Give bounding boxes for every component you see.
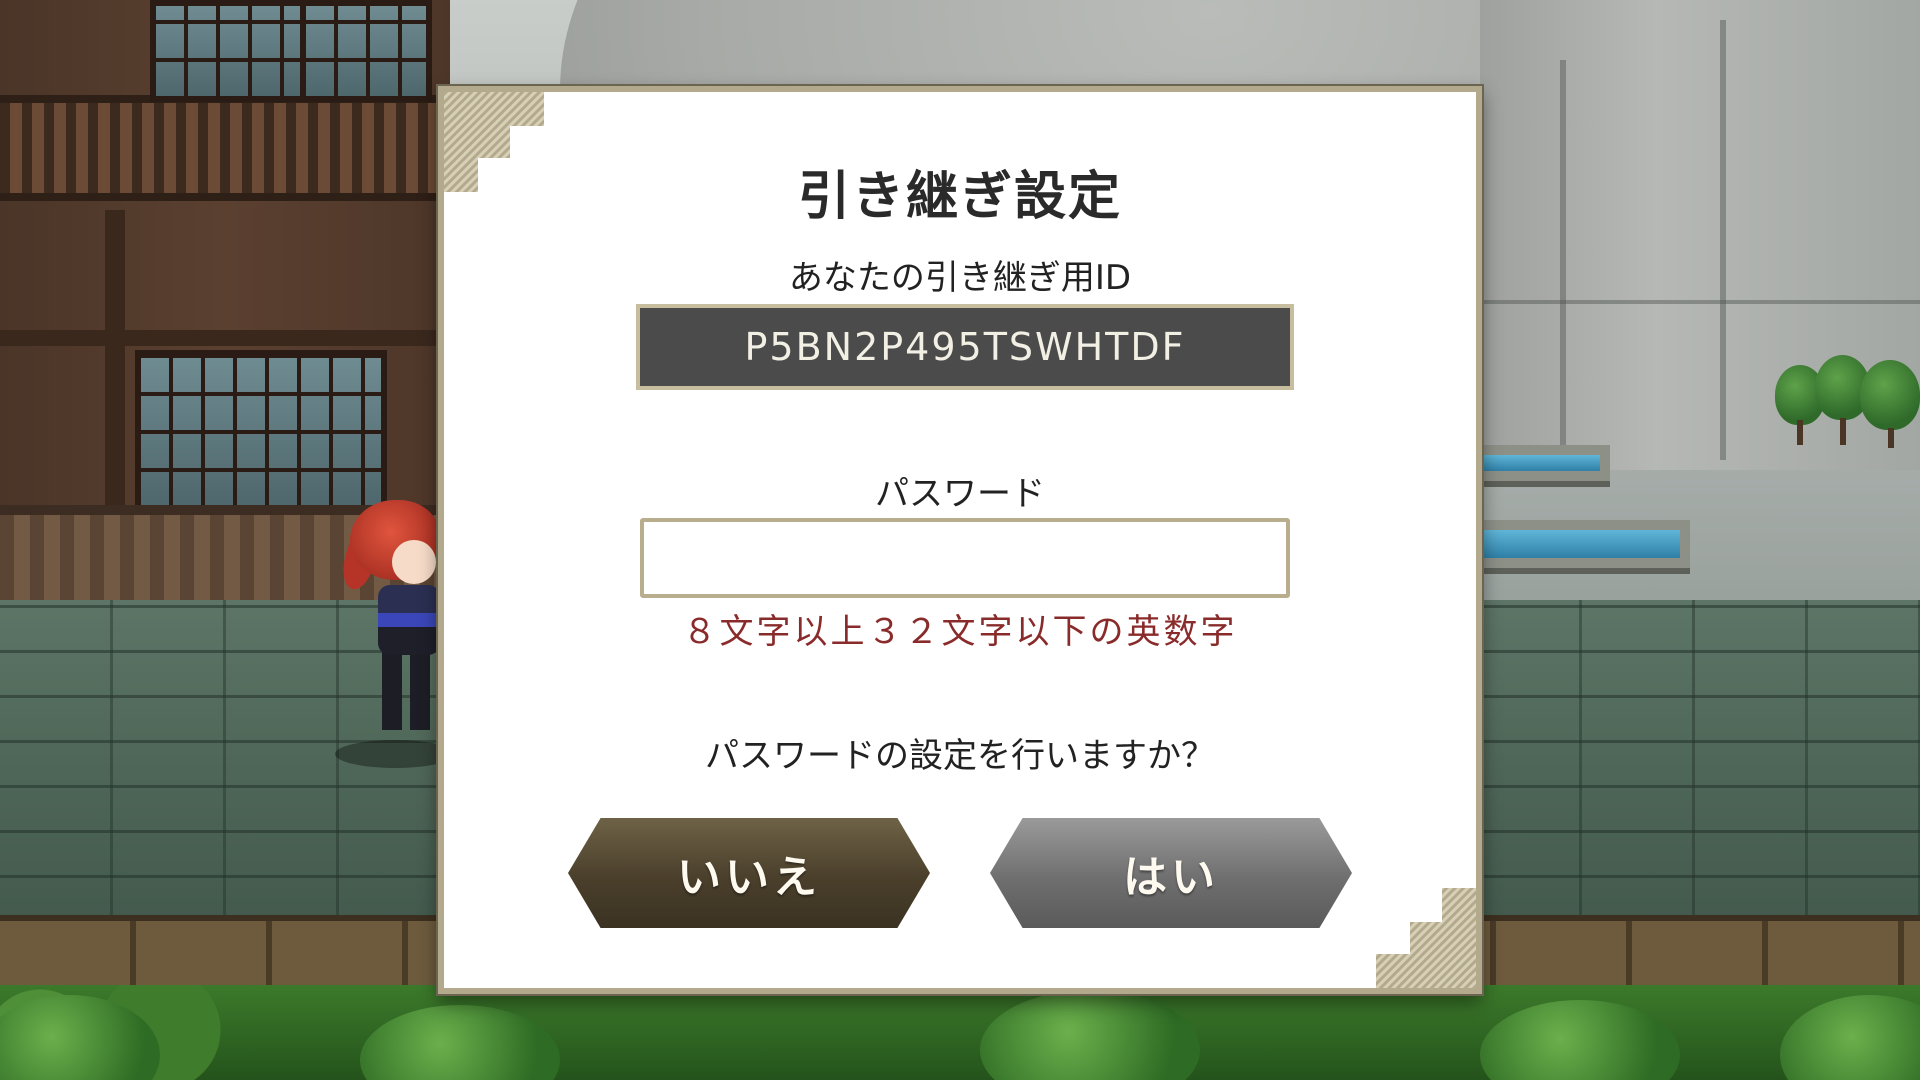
password-label: パスワード — [875, 474, 1045, 514]
password-requirement-hint: ８文字以上３２文字以下の英数字 — [682, 612, 1238, 652]
building-beam — [0, 330, 450, 346]
transfer-id-display: P5BN2P495TSWHTDF — [636, 304, 1294, 390]
confirm-question: パスワードの設定を行いますか？ — [705, 736, 1215, 776]
game-screen: 引き継ぎ設定 あなたの引き継ぎ用ID P5BN2P495TSWHTDF パスワー… — [0, 0, 1920, 1080]
no-button[interactable]: いいえ — [568, 818, 930, 928]
corner-ornament-icon — [1376, 888, 1476, 988]
tree-trunk — [1888, 428, 1894, 448]
dialog-title: 引き継ぎ設定 — [797, 167, 1122, 227]
character-shadow — [335, 740, 455, 768]
character-face — [392, 540, 436, 584]
transfer-settings-dialog: 引き継ぎ設定 あなたの引き継ぎ用ID P5BN2P495TSWHTDF パスワー… — [438, 86, 1482, 994]
building-ledge-line — [1480, 300, 1920, 304]
building-pillar-line — [1720, 20, 1726, 460]
password-input[interactable] — [640, 518, 1290, 598]
tree-trunk — [1840, 418, 1846, 445]
building-window — [300, 0, 432, 102]
building-window — [135, 350, 387, 512]
water-pool — [1470, 520, 1690, 568]
building-pillar-line — [1560, 60, 1566, 460]
character-body — [378, 585, 440, 655]
yes-button[interactable]: はい — [990, 818, 1352, 928]
character-legs — [382, 650, 432, 730]
tree-trunk — [1797, 420, 1803, 445]
building-balcony — [0, 95, 450, 201]
water-pool — [1470, 445, 1610, 481]
no-button-label: いいえ — [677, 852, 821, 903]
transfer-id-label: あなたの引き継ぎ用ID — [788, 258, 1132, 298]
tree — [1860, 360, 1920, 430]
yes-button-label: はい — [1123, 852, 1219, 903]
building-window — [150, 0, 312, 102]
building-beam — [105, 210, 125, 510]
